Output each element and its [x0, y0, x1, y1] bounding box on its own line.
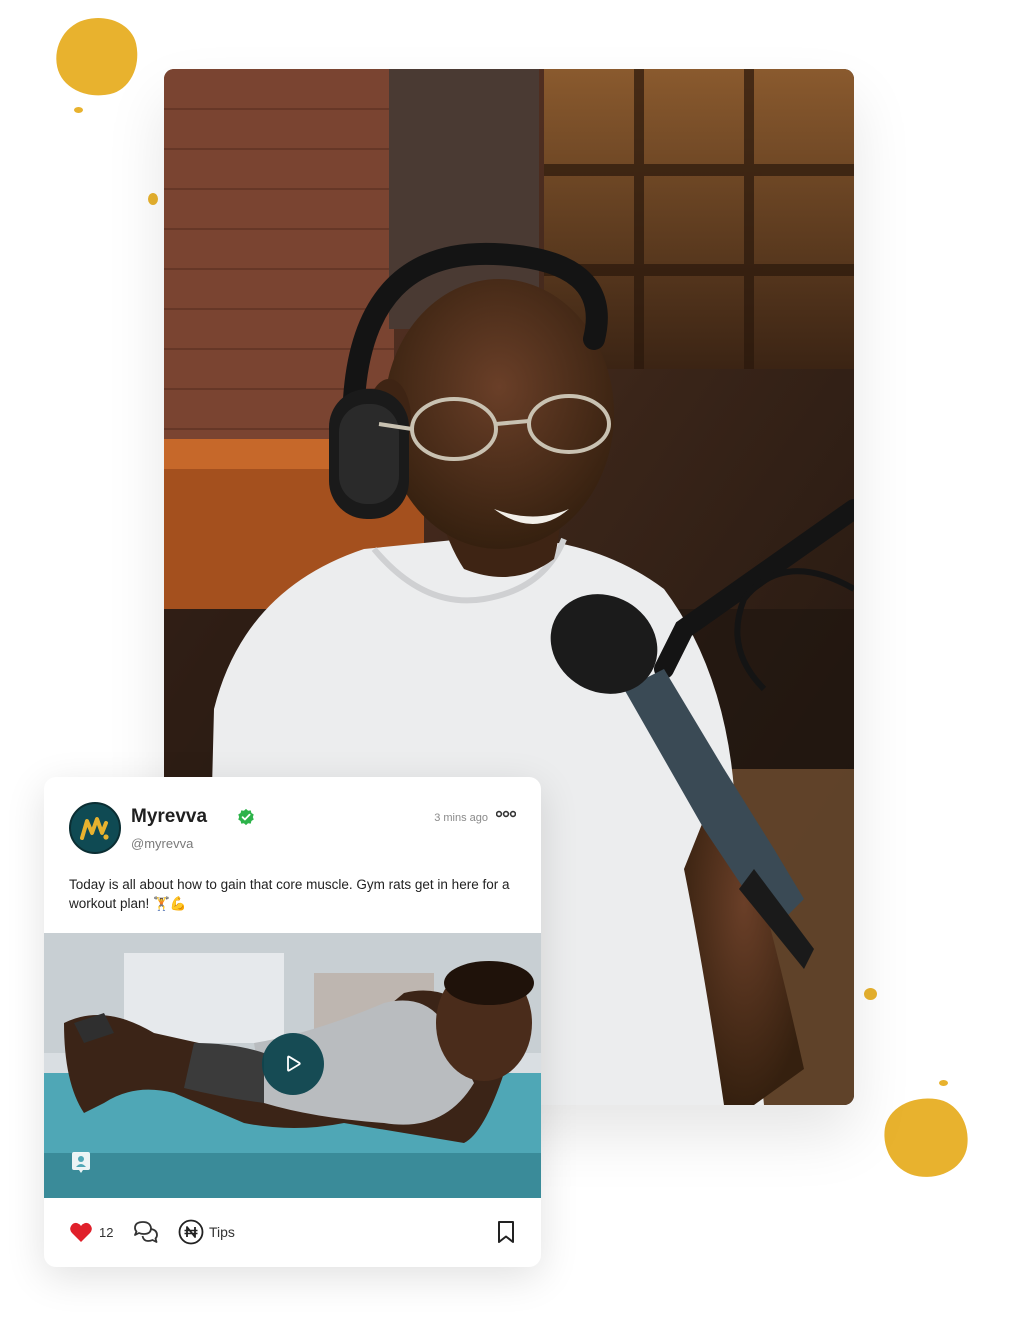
- post-video-thumbnail[interactable]: [44, 933, 541, 1198]
- confetti: [74, 107, 83, 113]
- comment-button[interactable]: [133, 1215, 159, 1249]
- confetti: [939, 1080, 948, 1086]
- verified-badge-icon: [238, 808, 254, 826]
- confetti: [864, 988, 877, 1000]
- profile-tag-icon[interactable]: [71, 1151, 91, 1175]
- post-actions: 12 Tips: [69, 1215, 516, 1249]
- comment-icon: [134, 1221, 158, 1243]
- bookmark-button[interactable]: [496, 1215, 516, 1249]
- social-post-card: Myrevva @myrevva 3 mins ago Today is all…: [44, 777, 541, 1267]
- post-header: Myrevva @myrevva 3 mins ago: [69, 802, 516, 857]
- avatar[interactable]: [69, 802, 121, 854]
- post-text: Today is all about how to gain that core…: [69, 877, 510, 911]
- confetti: [148, 193, 158, 205]
- decorative-blob-bottom-right: [878, 1092, 974, 1183]
- post-timestamp: 3 mins ago: [434, 812, 488, 824]
- play-icon: [287, 1055, 301, 1072]
- naira-icon: [178, 1219, 204, 1245]
- tips-label: Tips: [209, 1224, 235, 1240]
- myrevva-logo-icon: [80, 817, 109, 840]
- play-button[interactable]: [262, 1033, 324, 1095]
- author-handle[interactable]: @myrevva: [131, 836, 193, 851]
- like-button[interactable]: 12: [69, 1215, 113, 1249]
- more-options-icon[interactable]: [496, 808, 516, 820]
- tips-button[interactable]: Tips: [178, 1215, 235, 1249]
- decorative-blob-top-left: [48, 10, 146, 104]
- author-name[interactable]: Myrevva: [131, 806, 207, 828]
- heart-icon: [70, 1222, 92, 1242]
- like-count: 12: [99, 1224, 114, 1240]
- bookmark-icon: [498, 1221, 514, 1243]
